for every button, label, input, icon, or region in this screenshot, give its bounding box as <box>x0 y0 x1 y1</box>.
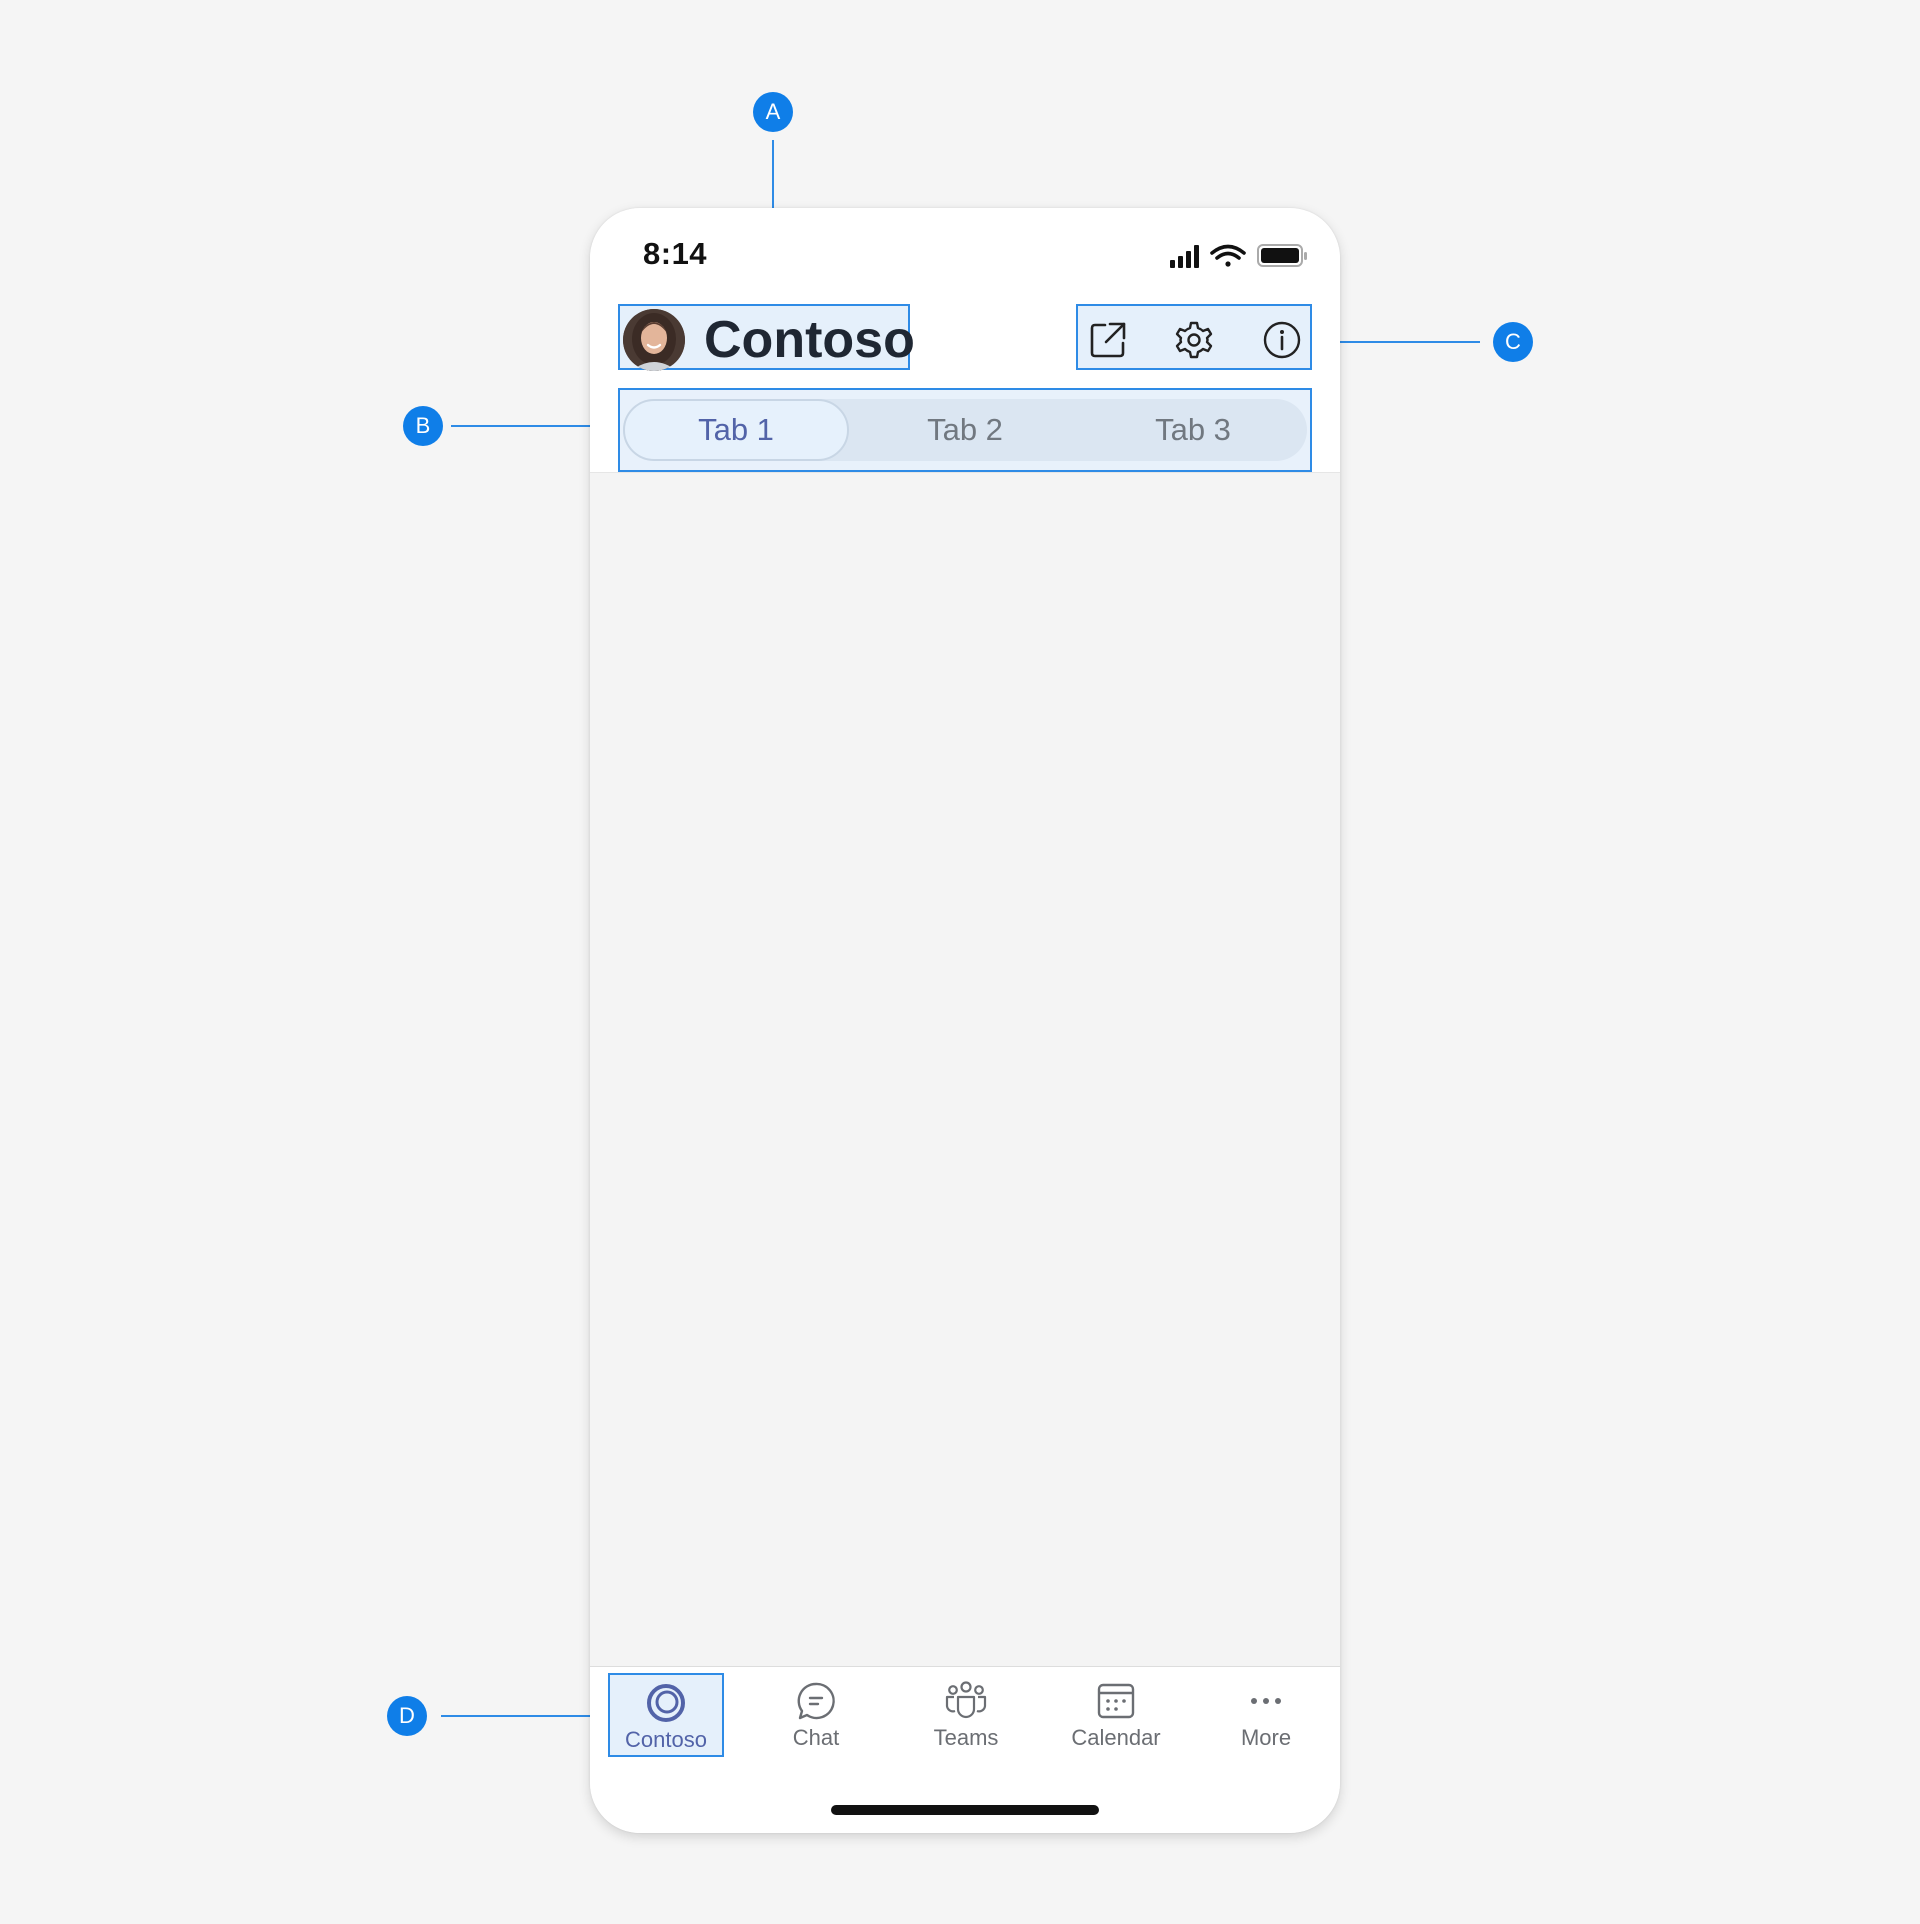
status-icons <box>1170 244 1307 268</box>
nav-label-contoso: Contoso <box>625 1727 707 1752</box>
nav-label-teams: Teams <box>933 1725 999 1750</box>
nav-label-calendar: Calendar <box>1071 1725 1161 1750</box>
battery-icon <box>1257 244 1307 267</box>
content-area <box>590 473 1340 1666</box>
open-external-icon[interactable] <box>1088 320 1128 360</box>
nav-item-chat[interactable]: Chat <box>758 1673 874 1757</box>
app-header: 8:14 Contoso Tab 1 Tab 2 Tab 3 <box>590 208 1340 473</box>
callout-c: C <box>1493 322 1533 362</box>
signal-icon <box>1170 245 1199 268</box>
contoso-logo-icon <box>647 1684 685 1722</box>
calendar-icon <box>1097 1683 1135 1719</box>
avatar[interactable] <box>623 309 685 371</box>
info-icon[interactable] <box>1262 320 1302 360</box>
segmented-control: Tab 1 Tab 2 Tab 3 <box>623 399 1307 461</box>
settings-gear-icon[interactable] <box>1174 320 1214 360</box>
nav-item-calendar[interactable]: Calendar <box>1058 1673 1174 1757</box>
tab-bar: Tab 1 Tab 2 Tab 3 <box>618 388 1312 472</box>
app-title: Contoso <box>704 311 915 369</box>
chat-bubble-icon <box>797 1682 835 1720</box>
annotation-canvas: A B C D 8:14 Contoso Tab 1 Tab 2 Tab 3 C… <box>0 0 1920 1924</box>
nav-label-chat: Chat <box>792 1725 840 1750</box>
more-dots-icon <box>1251 1698 1281 1704</box>
nav-label-more: More <box>1240 1725 1292 1750</box>
status-time: 8:14 <box>643 236 708 271</box>
callout-d: D <box>387 1696 427 1736</box>
callout-a: A <box>753 92 793 132</box>
callout-b: B <box>403 406 443 446</box>
home-indicator <box>831 1805 1099 1815</box>
phone-frame: 8:14 Contoso Tab 1 Tab 2 Tab 3 Contoso C… <box>590 208 1340 1833</box>
nav-item-more[interactable]: More <box>1208 1673 1324 1757</box>
teams-people-icon <box>945 1681 987 1719</box>
callout-d-leader <box>441 1715 609 1717</box>
tab-3[interactable]: Tab 3 <box>1079 399 1307 461</box>
nav-item-teams[interactable]: Teams <box>908 1673 1024 1757</box>
header-actions <box>1076 304 1312 370</box>
wifi-icon <box>1210 244 1246 267</box>
app-title-group: Contoso <box>618 304 915 371</box>
user-avatar-icon <box>623 309 685 371</box>
tab-1[interactable]: Tab 1 <box>623 399 849 461</box>
nav-item-contoso[interactable]: Contoso <box>608 1673 724 1757</box>
tab-2[interactable]: Tab 2 <box>851 399 1079 461</box>
